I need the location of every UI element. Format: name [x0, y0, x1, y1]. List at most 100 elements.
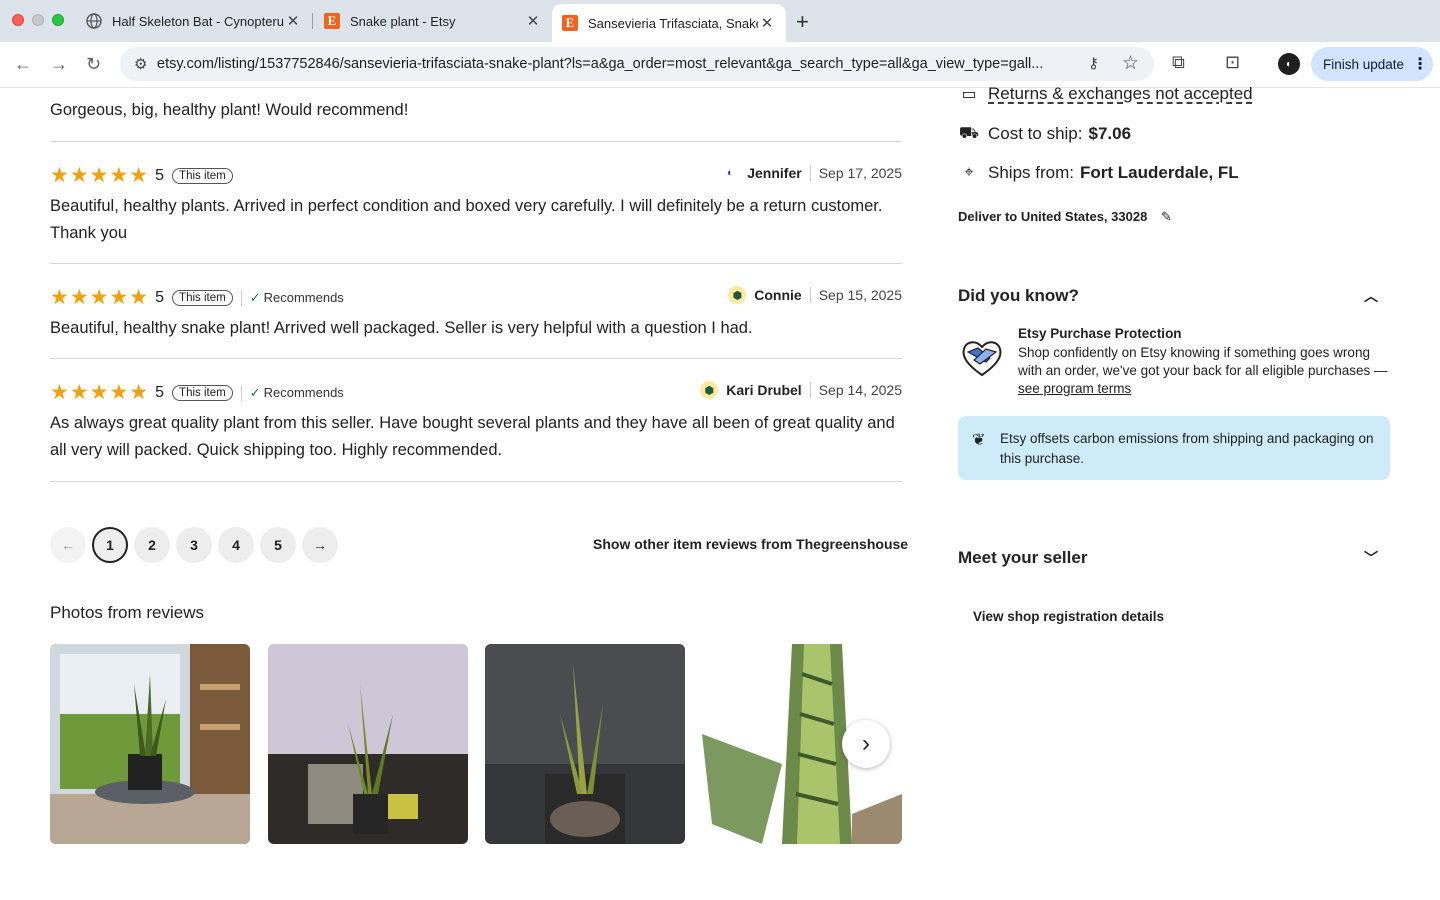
reviewer-name[interactable]: Connie	[754, 287, 801, 303]
reviewer-avatar: ◐	[721, 164, 740, 182]
review-text: Gorgeous, big, healthy plant! Would reco…	[50, 101, 409, 119]
review-item: ★★★★★ 5 This item ◐ Jennifer Sep 17, 202…	[50, 164, 902, 247]
review-date: Sep 15, 2025	[818, 287, 902, 303]
rating-value: 5	[155, 289, 165, 306]
more-menu-icon[interactable]: ⋮	[1412, 54, 1428, 74]
page-button-4[interactable]: 4	[218, 527, 254, 563]
site-info-icon[interactable]: ⚙	[134, 55, 147, 73]
new-tab-button[interactable]: +	[796, 9, 809, 35]
protection-text: Shop confidently on Etsy knowing if some…	[1018, 345, 1388, 378]
tab-title: Sansevieria Trifasciata, Snake	[588, 15, 758, 31]
separator	[809, 382, 811, 398]
review-photo[interactable]	[50, 644, 250, 844]
did-you-know-toggle[interactable]: Did you know? ︿	[958, 286, 1390, 306]
review-pagination: ← 1 2 3 4 5 →	[50, 527, 338, 563]
check-icon: ✓	[249, 385, 261, 400]
next-photo-arrow-icon[interactable]: ›	[842, 720, 890, 768]
this-item-badge: This item	[172, 290, 233, 306]
review-divider	[50, 141, 902, 142]
reload-icon[interactable]: ↻	[86, 54, 101, 75]
tab-separator	[312, 13, 313, 29]
cost-value: $7.06	[1088, 124, 1132, 143]
close-window-button[interactable]	[12, 14, 24, 26]
tab-half-skeleton-bat[interactable]: Half Skeleton Bat - Cynopterus ✕	[76, 6, 312, 36]
browser-tab-strip: Half Skeleton Bat - Cynopterus ✕ E Snake…	[0, 0, 1440, 42]
separator	[240, 290, 242, 306]
cost-label: Cost to ship:	[988, 124, 1083, 143]
tab-search-icon[interactable]: ⊡	[1225, 52, 1240, 73]
back-icon[interactable]: ←	[14, 54, 32, 75]
password-key-icon[interactable]: ⚷	[1088, 54, 1099, 72]
globe-icon	[86, 13, 102, 29]
page-button-2[interactable]: 2	[134, 527, 170, 563]
etsy-favicon-icon: E	[324, 13, 340, 29]
address-bar[interactable]: ⚙ etsy.com/listing/1537752846/sansevieri…	[120, 47, 1154, 81]
recommends-badge: ✓ Recommends	[250, 385, 344, 401]
review-photo[interactable]	[485, 644, 685, 844]
review-text: As always great quality plant from this …	[50, 414, 895, 459]
browser-toolbar: ← → ↻ ⚙ etsy.com/listing/1537752846/sans…	[0, 42, 1440, 88]
page-button-3[interactable]: 3	[176, 527, 212, 563]
minimize-window-button[interactable]	[32, 14, 44, 26]
tab-title: Half Skeleton Bat - Cynopterus	[112, 13, 284, 29]
did-you-know-heading: Did you know?	[958, 286, 1079, 305]
photos-from-reviews-heading: Photos from reviews	[50, 603, 204, 622]
profile-avatar[interactable]: ◐	[1278, 53, 1300, 75]
reviewer-info: ⬢ Kari Drubel Sep 14, 2025	[700, 381, 902, 399]
carbon-offset-banner: ❦ Etsy offsets carbon emissions from shi…	[958, 416, 1390, 480]
review-partial: Gorgeous, big, healthy plant! Would reco…	[50, 88, 902, 124]
page-button-1[interactable]: 1	[92, 527, 128, 563]
reviewer-info: ◐ Jennifer Sep 17, 2025	[721, 164, 902, 182]
previous-page-button[interactable]: ←	[50, 527, 86, 563]
receipt-icon: ▭	[961, 86, 977, 103]
review-divider	[50, 263, 902, 264]
tab-snake-plant-etsy[interactable]: E Snake plant - Etsy ✕	[314, 6, 552, 36]
url-text[interactable]: etsy.com/listing/1537752846/sansevieria-…	[157, 56, 1077, 72]
ships-from-row: ⌖ Ships from: Fort Lauderdale, FL	[958, 163, 1238, 183]
pencil-icon: ✎	[1160, 209, 1172, 224]
review-text: Beautiful, healthy plants. Arrived in pe…	[50, 197, 883, 242]
shop-registration-link[interactable]: View shop registration details	[973, 609, 1164, 624]
review-photo[interactable]	[268, 644, 468, 844]
reviewer-info: ⬢ Connie Sep 15, 2025	[728, 286, 902, 304]
maximize-window-button[interactable]	[52, 14, 64, 26]
check-icon: ✓	[249, 290, 261, 305]
recommends-label: Recommends	[263, 290, 344, 305]
finish-update-label: Finish update	[1323, 56, 1405, 72]
carbon-offset-text: Etsy offsets carbon emissions from shipp…	[1000, 431, 1374, 466]
forward-icon[interactable]: →	[50, 54, 68, 75]
leaf-icon: ❦	[972, 432, 986, 449]
deliver-to-button[interactable]: Deliver to United States, 33028 ✎	[958, 209, 1172, 225]
returns-policy-link[interactable]: Returns & exchanges not accepted	[988, 84, 1253, 104]
tab-sansevieria-active[interactable]: E Sansevieria Trifasciata, Snake ✕	[552, 4, 786, 42]
next-page-button[interactable]: →	[302, 527, 338, 563]
separator	[809, 287, 811, 303]
recommends-label: Recommends	[263, 385, 344, 400]
reviewer-name[interactable]: Kari Drubel	[726, 382, 801, 398]
tab-close-icon[interactable]: ✕	[284, 12, 302, 30]
rating-value: 5	[155, 384, 165, 401]
finish-update-button[interactable]: Finish update ⋮	[1311, 47, 1433, 81]
reviewer-avatar: ⬢	[700, 381, 719, 399]
meet-your-seller-toggle[interactable]: Meet your seller ﹀	[958, 548, 1390, 568]
star-rating-icon: ★★★★★	[50, 381, 150, 404]
meet-your-seller-heading: Meet your seller	[958, 548, 1088, 567]
returns-row: ▭ Returns & exchanges not accepted	[958, 84, 1253, 104]
reviewer-name[interactable]: Jennifer	[747, 165, 801, 181]
tab-close-icon[interactable]: ✕	[758, 14, 776, 32]
other-reviews-link[interactable]: Show other item reviews from Thegreensho…	[593, 536, 908, 552]
shipping-cost-row: ⛟ Cost to ship: $7.06	[958, 124, 1131, 144]
this-item-badge: This item	[172, 385, 233, 401]
separator	[809, 165, 811, 181]
review-date: Sep 17, 2025	[818, 165, 902, 181]
bookmark-star-icon[interactable]: ☆	[1122, 52, 1139, 75]
review-divider	[50, 358, 902, 359]
page-button-5[interactable]: 5	[260, 527, 296, 563]
program-terms-link[interactable]: see program terms	[1018, 381, 1131, 396]
this-item-badge: This item	[172, 168, 233, 184]
etsy-favicon-icon: E	[562, 15, 578, 31]
tab-close-icon[interactable]: ✕	[524, 12, 542, 30]
review-item: ★★★★★ 5 This item ✓ Recommends ⬢ Kari Dru…	[50, 381, 902, 464]
extensions-icon[interactable]: ⧉	[1172, 52, 1185, 73]
separator	[240, 385, 242, 401]
